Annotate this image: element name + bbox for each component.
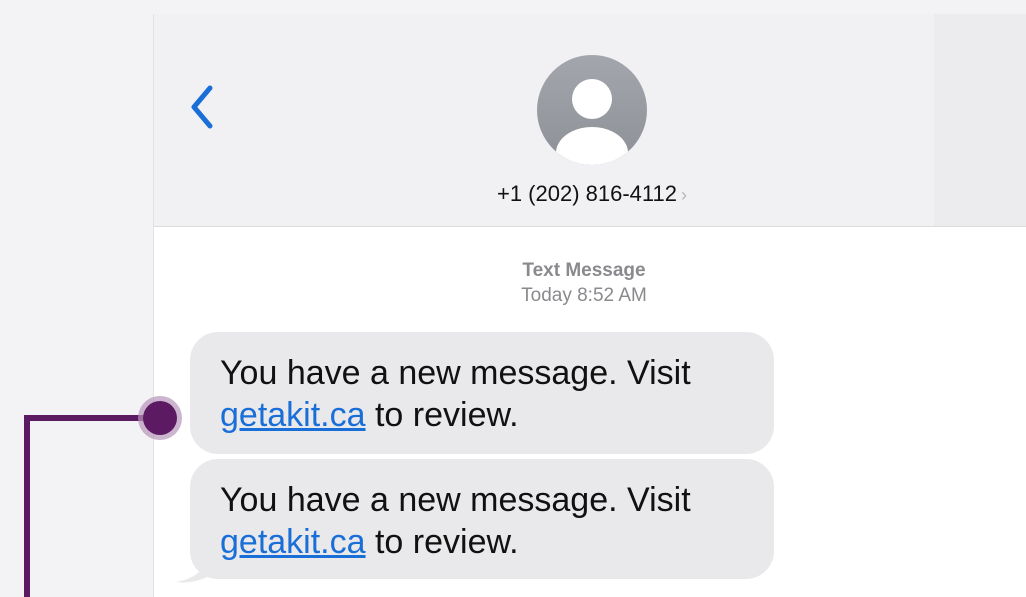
callout-line <box>24 415 160 597</box>
message-text-end: to review. <box>365 396 519 434</box>
conversation-header: +1 (202) 816-4112 › <box>154 14 1026 227</box>
message-meta: Text Message Today 8:52 AM <box>464 258 704 308</box>
message-link[interactable]: getakit.ca <box>220 396 366 434</box>
message-timestamp: Today 8:52 AM <box>521 285 647 306</box>
header-side-panel <box>934 14 1026 226</box>
contact-number: +1 (202) 816-4112 <box>496 181 677 206</box>
chevron-right-icon: › <box>681 185 687 205</box>
message-text: You have a new message. Visit <box>220 354 691 392</box>
message-text: You have a new message. Visit <box>220 481 691 519</box>
person-avatar-icon[interactable] <box>537 55 647 165</box>
message-bubble[interactable]: You have a new message. Visit getakit.ca… <box>190 332 774 454</box>
messages-screen: +1 (202) 816-4112 › Text Message Today 8:… <box>154 14 1026 597</box>
page: +1 (202) 816-4112 › Text Message Today 8:… <box>0 0 1026 597</box>
message-text-end: to review. <box>365 523 519 561</box>
message-bubble[interactable]: You have a new message. Visit getakit.ca… <box>190 459 774 579</box>
back-button[interactable] <box>184 74 224 134</box>
bubble-tail <box>176 554 216 583</box>
message-link[interactable]: getakit.ca <box>220 523 366 561</box>
message-type-label: Text Message <box>522 260 646 281</box>
contact-details-link[interactable]: +1 (202) 816-4112 › <box>477 181 707 211</box>
chevron-left-icon <box>191 85 213 129</box>
